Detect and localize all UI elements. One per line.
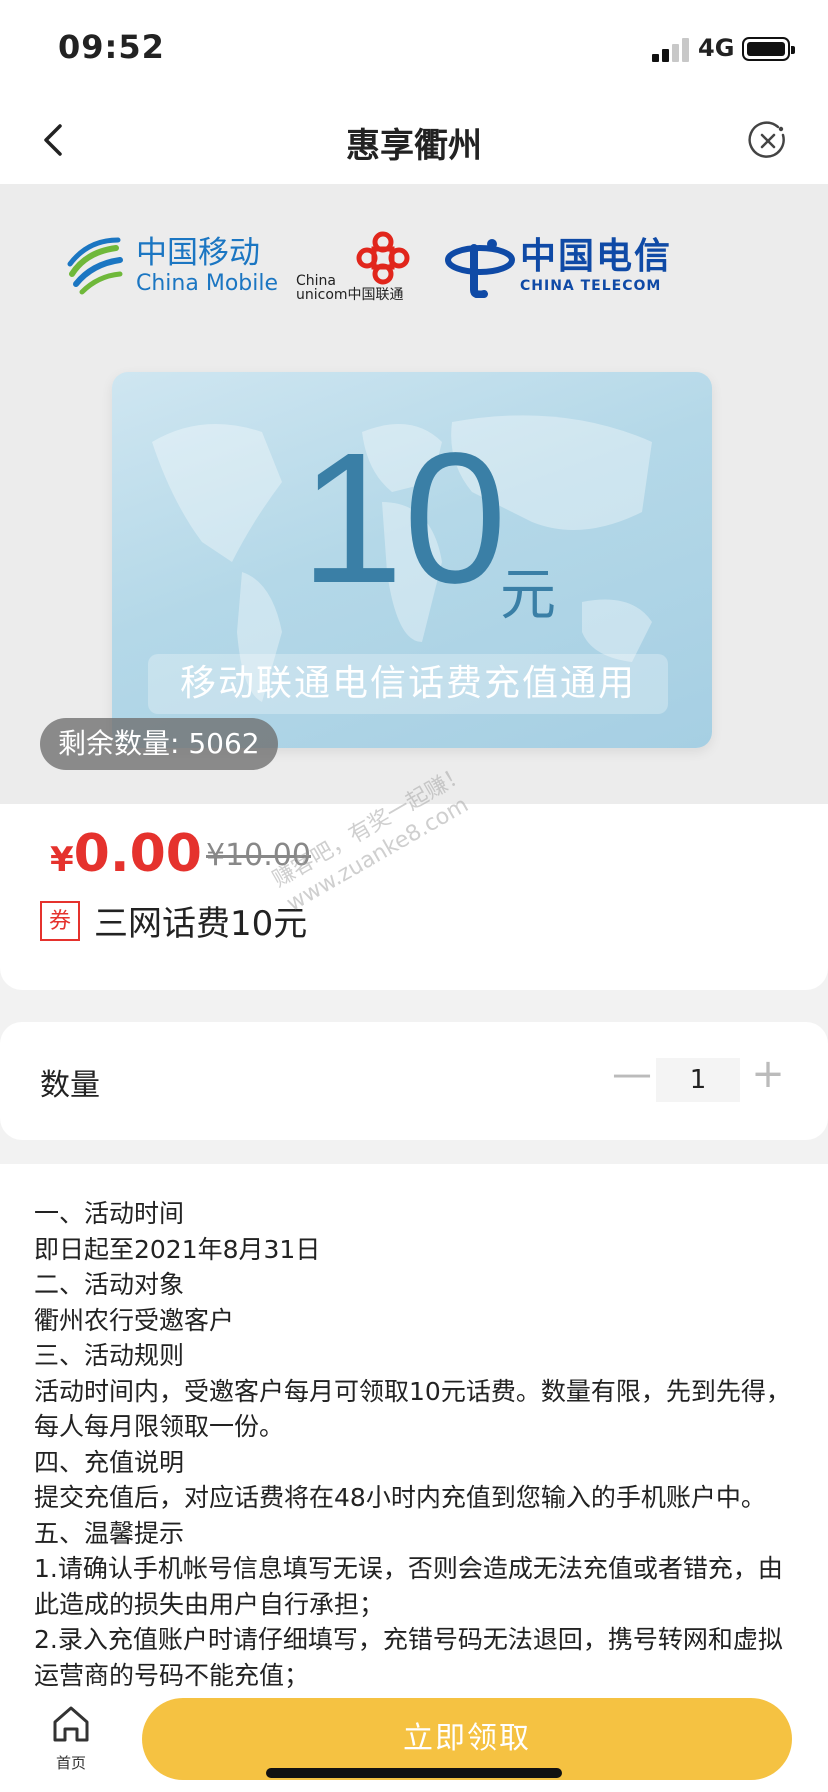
voucher-subtitle: 移动联通电信话费充值通用 — [148, 654, 668, 714]
rules-line: 1.请确认手机帐号信息填写无误，否则会造成无法充值或者错充，由此造成的损失由用户… — [34, 1554, 783, 1619]
voucher-amount: 10 — [300, 415, 507, 622]
voucher-unit: 元 — [500, 563, 556, 628]
price-value: 0.00 — [73, 824, 202, 884]
status-time: 09:52 — [58, 28, 165, 66]
product-hero: 中国移动 China Mobile China unicom中国联通 中国电信 … — [0, 184, 828, 804]
current-price: ¥0.00 — [50, 824, 202, 884]
currency-symbol: ¥ — [50, 840, 74, 880]
rules-line: 衢州农行受邀客户 — [34, 1305, 235, 1335]
rules-line: 2.录入充值账户时请仔细填写，充错号码无法退回，携号转网和虚拟运营商的号码不能充… — [34, 1625, 783, 1688]
china-unicom-en-top: China — [296, 273, 336, 289]
quantity-card: 数量 — 1 + — [0, 1022, 828, 1140]
china-mobile-logo: 中国移动 China Mobile — [64, 234, 278, 298]
battery-icon — [742, 37, 795, 61]
status-bar: 09:52 4G — [0, 0, 828, 96]
china-unicom-en-bottom: unicom中国联通 — [296, 287, 404, 303]
page-title: 惠享衢州 — [346, 126, 482, 166]
home-indicator — [266, 1768, 562, 1778]
rules-line: 二、活动对象 — [34, 1270, 185, 1299]
rules-line: 三、活动规则 — [34, 1341, 185, 1370]
china-mobile-en: China Mobile — [136, 271, 279, 296]
navigation-bar: 惠享衢州 — [0, 96, 828, 184]
rules-line: 即日起至2021年8月31日 — [34, 1234, 321, 1264]
stock-remaining-badge: 剩余数量: 5062 — [40, 718, 278, 770]
activity-rules: 一、活动时间 即日起至2021年8月31日 二、活动对象 衢州农行受邀客户 三、… — [0, 1164, 828, 1688]
coupon-row: 券 三网话费10元 — [40, 896, 307, 945]
china-telecom-cn: 中国电信 — [520, 236, 673, 277]
rules-line: 提交充值后，对应话费将在48小时内充值到您输入的手机账户中。 — [34, 1483, 766, 1512]
quantity-increase-button[interactable]: + — [746, 1052, 790, 1096]
china-telecom-en: CHINA TELECOM — [520, 278, 662, 294]
product-name: 三网话费10元 — [94, 904, 308, 944]
quantity-decrease-button[interactable]: — — [610, 1052, 654, 1096]
china-telecom-logo: 中国电信 CHINA TELECOM — [444, 234, 672, 298]
network-type: 4G — [698, 34, 735, 62]
home-label: 首页 — [55, 1754, 86, 1772]
china-telecom-logo-icon — [445, 239, 515, 298]
close-button[interactable] — [746, 119, 790, 163]
signal-icon — [652, 38, 692, 62]
rules-line: 活动时间内，受邀客户每月可领取10元话费。数量有限，先到先得，每人每月限领取一份… — [34, 1376, 791, 1442]
china-mobile-logo-icon — [67, 237, 123, 295]
rules-line: 五、温馨提示 — [34, 1518, 185, 1548]
home-tab[interactable]: 首页 — [40, 1702, 102, 1773]
quantity-input[interactable]: 1 — [656, 1058, 740, 1102]
china-mobile-cn: 中国移动 — [136, 235, 260, 271]
coupon-tag: 券 — [40, 900, 80, 941]
rules-line: 四、充值说明 — [34, 1447, 185, 1477]
rules-line: 一、活动时间 — [34, 1199, 185, 1228]
close-circle-icon — [748, 121, 785, 158]
china-unicom-logo: China unicom中国联通 — [296, 231, 416, 304]
quantity-label: 数量 — [40, 1068, 100, 1103]
home-icon — [53, 1706, 89, 1742]
voucher-card: 10 元 移动联通电信话费充值通用 — [112, 372, 712, 748]
